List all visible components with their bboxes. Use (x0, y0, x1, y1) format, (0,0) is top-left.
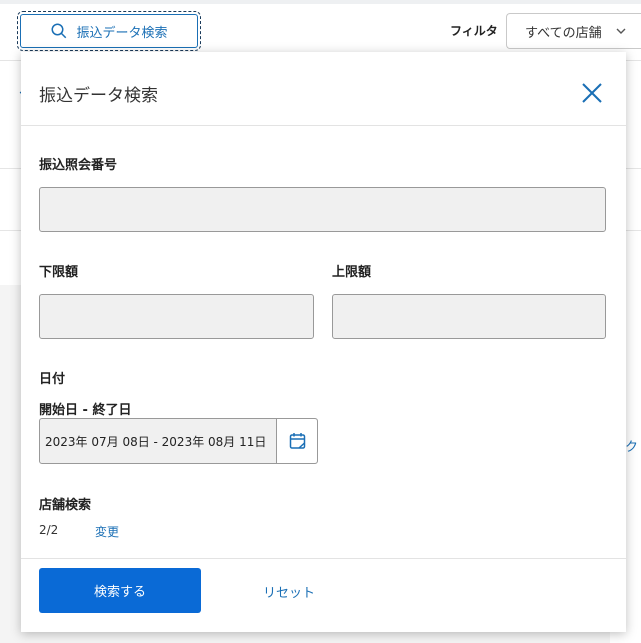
transfer-ref-label: 振込照会番号 (39, 158, 118, 173)
min-amount-input[interactable] (39, 294, 314, 339)
transfer-ref-input[interactable] (39, 187, 606, 232)
search-icon (51, 23, 67, 39)
top-strip (0, 0, 641, 4)
transfer-search-dialog: 振込データ検索 振込照会番号 下限額 上限額 日付 開始日 - 終了日 2023… (21, 52, 626, 632)
dialog-footer-divider (21, 558, 626, 559)
max-amount-input[interactable] (332, 294, 606, 339)
store-select-value: すべての店舗 (525, 25, 602, 41)
date-range-field[interactable]: 2023年 07月 08日 - 2023年 08月 11日 (39, 418, 318, 464)
min-amount-label: 下限額 (39, 265, 79, 280)
change-stores-link[interactable]: 変更 (95, 523, 119, 540)
max-amount-label: 上限額 (332, 265, 372, 280)
transfer-search-button-label: 振込データ検索 (76, 25, 168, 41)
date-range-value: 2023年 07月 08日 - 2023年 08月 11日 (45, 435, 267, 449)
store-select[interactable]: すべての店舗 (506, 13, 641, 49)
dialog-title: 振込データ検索 (39, 86, 158, 106)
search-submit-button[interactable]: 検索する (39, 568, 201, 613)
calendar-button[interactable] (277, 419, 317, 463)
dialog-header: 振込データ検索 (21, 52, 626, 126)
date-section-label: 日付 (39, 372, 66, 387)
store-selection-count: 2/2 (39, 523, 59, 537)
reset-link[interactable]: リセット (263, 582, 315, 601)
filter-label: フィルタ (450, 24, 498, 38)
calendar-icon (289, 433, 305, 449)
chevron-down-icon (616, 28, 626, 34)
transfer-search-button[interactable]: 振込データ検索 (17, 11, 201, 51)
close-icon[interactable] (580, 81, 604, 105)
date-range-label: 開始日 - 終了日 (39, 403, 132, 418)
store-search-label: 店舗検索 (39, 498, 92, 513)
